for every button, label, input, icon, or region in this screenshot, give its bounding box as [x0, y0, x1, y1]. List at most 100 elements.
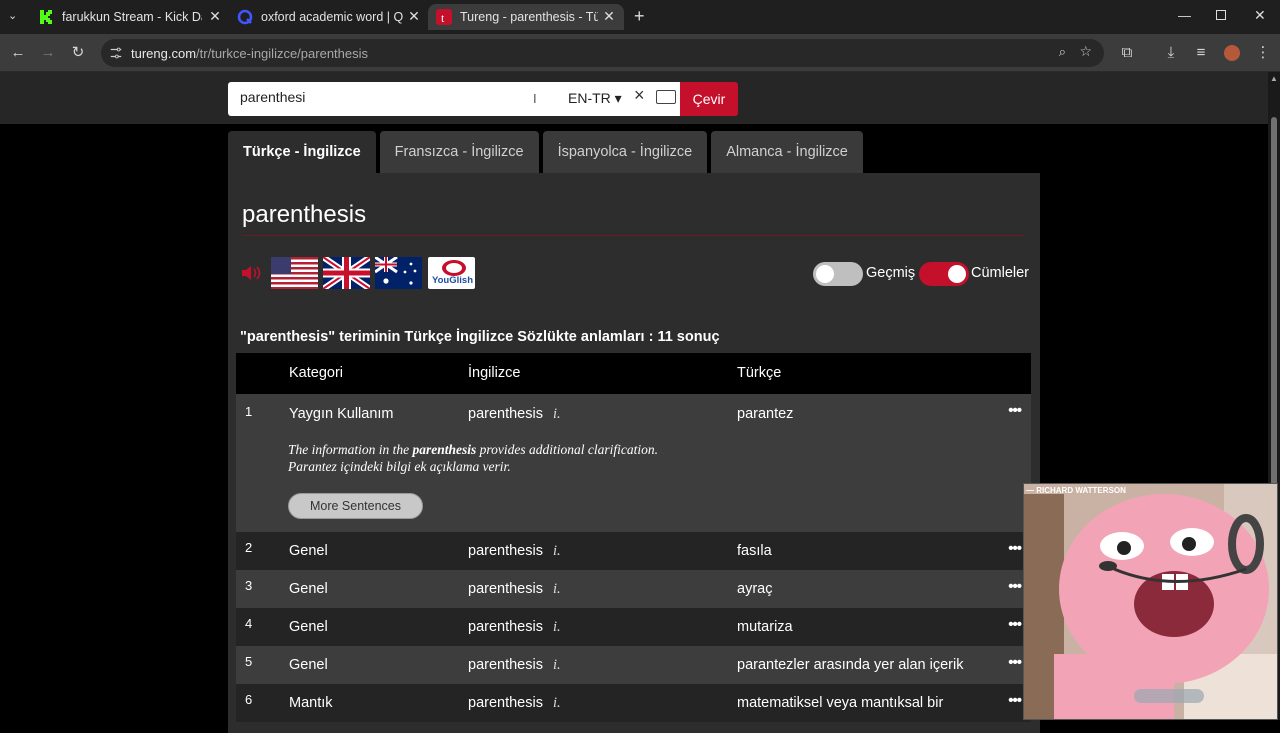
row-menu-icon[interactable]: ••• — [1008, 402, 1022, 419]
row-turkish[interactable]: ayraç — [737, 581, 772, 597]
url-path: /tr/turkce-ingilizce/parenthesis — [196, 45, 369, 61]
restore-icon[interactable] — [1216, 10, 1226, 20]
row-menu-icon[interactable]: ••• — [1008, 692, 1022, 709]
language-pair-tabs: Türkçe - İngilizce Fransızca - İngilizce… — [228, 131, 863, 173]
tab-german-english[interactable]: Almanca - İngilizce — [711, 131, 863, 173]
part-of-speech: i. — [552, 619, 561, 635]
row-turkish[interactable]: parantezler arasında yer alan içerik — [737, 657, 963, 673]
row-category[interactable]: Genel — [289, 657, 328, 673]
chrome-menu-icon[interactable]: ⋮ — [1252, 42, 1274, 64]
clear-search-icon[interactable]: × — [634, 85, 645, 106]
back-icon[interactable]: ← — [7, 42, 29, 64]
tab-turkish-english[interactable]: Türkçe - İngilizce — [228, 131, 376, 173]
row-category[interactable]: Genel — [289, 581, 328, 597]
webcam-character-image — [1024, 484, 1277, 719]
row-menu-icon[interactable]: ••• — [1008, 578, 1022, 595]
translation-table: Kategori İngilizce Türkçe 1 Yaygın Kulla… — [236, 353, 1031, 722]
row-category[interactable]: Genel — [289, 543, 328, 559]
table-row[interactable]: 4 Genel parenthesis i. mutariza ••• — [236, 608, 1031, 646]
example-sentence-english: The information in the parenthesis provi… — [288, 442, 659, 457]
language-dropdown[interactable]: EN-TR ▾ — [568, 90, 622, 107]
browser-tab-kick[interactable]: farukkun Stream - Kick Dashboard ✕ — [38, 4, 224, 30]
history-toggle[interactable] — [813, 262, 863, 286]
scrollbar-thumb[interactable] — [1271, 117, 1277, 507]
uk-flag-icon[interactable] — [323, 257, 370, 289]
webcam-overlay: — RICHARD WATTERSON — [1023, 483, 1278, 720]
close-tab-icon[interactable]: ✕ — [405, 6, 423, 26]
row-category[interactable]: Genel — [289, 619, 328, 635]
translate-button[interactable]: Çevir — [680, 82, 738, 116]
row-turkish[interactable]: mutariza — [737, 619, 793, 635]
tab-spanish-english[interactable]: İspanyolca - İngilizce — [542, 131, 708, 173]
minimize-icon[interactable]: — — [1178, 8, 1191, 23]
browser-tab-quizlet[interactable]: oxford academic word | Quizlet ✕ — [237, 4, 423, 30]
media-control-icon[interactable]: ≡ — [1190, 42, 1212, 64]
example-sentence-turkish: Parantez içindeki bilgi ek açıklama veri… — [288, 459, 511, 474]
row-menu-icon[interactable]: ••• — [1008, 616, 1022, 633]
browser-tab-strip: ⌄ farukkun Stream - Kick Dashboard ✕ oxf… — [0, 0, 1280, 34]
profile-avatar[interactable] — [1224, 45, 1240, 61]
english-term[interactable]: parenthesis — [468, 619, 543, 635]
zoom-icon[interactable]: ⌕ — [1059, 44, 1066, 60]
header-turkish: Türkçe — [737, 365, 782, 381]
part-of-speech: i. — [552, 406, 561, 422]
extensions-icon[interactable]: ⧉ — [1116, 42, 1138, 64]
table-row[interactable]: 5 Genel parenthesis i. parantezler arasın… — [236, 646, 1031, 684]
row-menu-icon[interactable]: ••• — [1008, 540, 1022, 557]
search-input[interactable] — [240, 89, 540, 105]
url-host: tureng.com — [131, 45, 197, 61]
row-english: parenthesis i. — [468, 619, 561, 636]
english-term[interactable]: parenthesis — [468, 695, 543, 711]
more-sentences-button[interactable]: More Sentences — [288, 493, 423, 519]
table-row[interactable]: 6 Mantık parenthesis i. matematiksel veya… — [236, 684, 1031, 722]
english-term[interactable]: parenthesis — [468, 581, 543, 597]
browser-tab-tureng[interactable]: t Tureng - parenthesis - Türkçe İngilizc… — [428, 4, 624, 30]
table-row[interactable]: 2 Genel parenthesis i. fasıla ••• — [236, 532, 1031, 570]
row-turkish[interactable]: parantez — [737, 406, 793, 422]
row-turkish[interactable]: matematiksel veya mantıksal bir — [737, 695, 943, 711]
keyboard-icon[interactable] — [656, 90, 676, 104]
table-row[interactable]: 3 Genel parenthesis i. ayraç ••• — [236, 570, 1031, 608]
reload-icon[interactable]: ↻ — [67, 42, 89, 64]
row-category[interactable]: Mantık — [289, 695, 333, 711]
forward-icon[interactable]: → — [37, 42, 59, 64]
us-flag-icon[interactable] — [271, 257, 318, 289]
sentences-toggle-label: Cümleler — [971, 265, 1030, 281]
address-bar[interactable]: tureng.com/tr/turkce-ingilizce/parenthes… — [101, 39, 1104, 67]
tab-search-dropdown[interactable]: ⌄ — [8, 9, 17, 22]
result-card: parenthesis YouGlish Geçmiş Cümleler "pa… — [228, 173, 1040, 733]
tureng-favicon-icon: t — [436, 9, 452, 25]
english-term[interactable]: parenthesis — [468, 657, 543, 673]
close-window-icon[interactable]: ✕ — [1254, 7, 1266, 24]
row-menu-icon[interactable]: ••• — [1008, 654, 1022, 671]
tab-french-english[interactable]: Fransızca - İngilizce — [379, 131, 539, 173]
new-tab-button[interactable]: + — [634, 6, 645, 27]
row-english: parenthesis i. — [468, 695, 561, 712]
speaker-icon[interactable] — [240, 263, 262, 283]
part-of-speech: i. — [552, 543, 561, 559]
tab-title: oxford academic word | Quizlet — [261, 10, 403, 24]
searched-word: parenthesis — [242, 201, 367, 228]
english-term[interactable]: parenthesis — [468, 543, 543, 559]
row-english: parenthesis i. — [468, 543, 561, 560]
row-category[interactable]: Yaygın Kullanım — [289, 406, 394, 422]
header-category: Kategori — [289, 365, 344, 381]
download-icon[interactable]: ⤓ — [1160, 42, 1182, 64]
close-tab-icon[interactable]: ✕ — [600, 6, 618, 26]
row-number: 6 — [245, 692, 253, 707]
bookmark-star-icon[interactable]: ☆ — [1079, 43, 1092, 60]
row-number: 2 — [245, 540, 253, 555]
search-field-right: × — [630, 82, 680, 116]
youglish-logo[interactable]: YouGlish — [428, 257, 475, 289]
sentences-toggle[interactable] — [919, 262, 969, 286]
close-tab-icon[interactable]: ✕ — [206, 6, 224, 26]
table-row[interactable]: 1 Yaygın Kullanım parenthesis i. parantez… — [236, 394, 1031, 532]
australia-flag-icon[interactable] — [375, 257, 422, 289]
site-info-icon[interactable] — [109, 46, 123, 60]
header-english: İngilizce — [468, 365, 521, 381]
history-toggle-label: Geçmiş — [866, 265, 916, 281]
english-term[interactable]: parenthesis — [468, 406, 543, 422]
row-turkish[interactable]: fasıla — [737, 543, 772, 559]
scroll-up-icon[interactable]: ▲ — [1270, 74, 1278, 83]
tab-title: farukkun Stream - Kick Dashboard — [62, 10, 202, 24]
